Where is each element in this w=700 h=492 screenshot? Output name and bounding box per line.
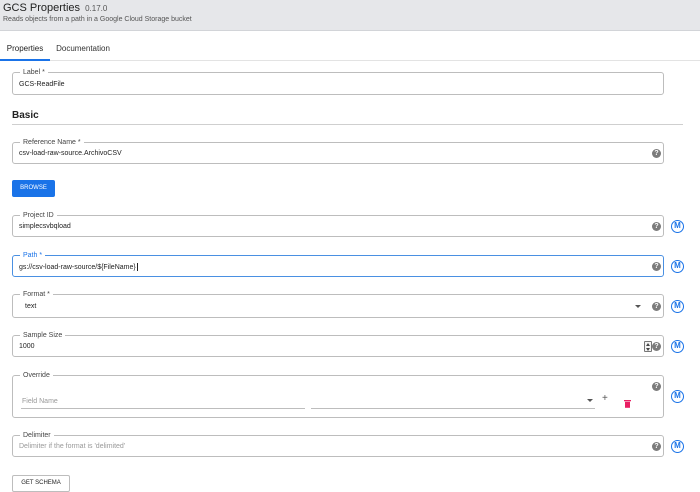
sample-size-value[interactable]: 1000 bbox=[19, 343, 35, 350]
help-icon[interactable]: ? bbox=[652, 222, 661, 231]
help-icon[interactable]: ? bbox=[652, 302, 661, 311]
add-icon[interactable]: + bbox=[602, 393, 608, 404]
page-title: GCS Properties 0.17.0 bbox=[3, 2, 107, 14]
delimiter-input[interactable]: Delimiter if the format is 'delimited' bbox=[19, 443, 125, 450]
project-id-value[interactable]: simplecsvbqload bbox=[19, 223, 71, 230]
macro-icon[interactable]: M bbox=[671, 220, 684, 233]
browse-button[interactable]: BROWSE bbox=[12, 180, 55, 197]
stepper-up-icon[interactable] bbox=[646, 343, 650, 346]
delimiter-field[interactable]: Delimiter Delimiter if the format is 'de… bbox=[12, 431, 664, 457]
sample-size-field[interactable]: Sample Size 1000 ? bbox=[12, 331, 664, 357]
label-field-label: Label * bbox=[20, 68, 48, 77]
properties-panel: Label * GCS-ReadFile Basic Reference Nam… bbox=[0, 62, 700, 492]
text-cursor bbox=[136, 263, 138, 271]
macro-icon[interactable]: M bbox=[671, 390, 684, 403]
path-field[interactable]: Path * gs://csv-load-raw-source/${FileNa… bbox=[12, 251, 664, 277]
macro-icon[interactable]: M bbox=[671, 340, 684, 353]
chevron-down-icon[interactable] bbox=[635, 305, 641, 308]
app-header: GCS Properties 0.17.0 Reads objects from… bbox=[0, 0, 700, 31]
format-label: Format * bbox=[20, 290, 53, 299]
sample-size-label: Sample Size bbox=[20, 331, 66, 340]
tab-bar: Properties Documentation bbox=[0, 38, 700, 61]
override-label: Override bbox=[20, 371, 53, 380]
path-value[interactable]: gs://csv-load-raw-source/${FileName} bbox=[19, 263, 138, 271]
label-field-value[interactable]: GCS-ReadFile bbox=[19, 81, 65, 88]
reference-name-label: Reference Name * bbox=[20, 138, 84, 147]
reference-name-field[interactable]: Reference Name * csv-load-raw-source.Arc… bbox=[12, 138, 664, 164]
section-basic-heading: Basic bbox=[12, 110, 683, 125]
page-description: Reads objects from a path in a Google Cl… bbox=[3, 16, 192, 23]
help-icon[interactable]: ? bbox=[652, 262, 661, 271]
help-icon[interactable]: ? bbox=[652, 342, 661, 351]
version-badge: 0.17.0 bbox=[85, 4, 108, 13]
get-schema-button[interactable]: GET SCHEMA bbox=[12, 475, 70, 492]
help-icon[interactable]: ? bbox=[652, 382, 661, 391]
reference-name-value[interactable]: csv-load-raw-source.ArchivoCSV bbox=[19, 150, 122, 157]
path-text: gs://csv-load-raw-source/${FileName} bbox=[19, 263, 136, 271]
format-value[interactable]: text bbox=[25, 303, 36, 310]
trash-icon[interactable] bbox=[624, 395, 631, 408]
help-icon[interactable]: ? bbox=[652, 149, 661, 158]
stepper-down-icon[interactable] bbox=[646, 348, 650, 351]
project-id-label: Project ID bbox=[20, 211, 57, 220]
tab-properties[interactable]: Properties bbox=[0, 38, 50, 61]
chevron-down-icon[interactable] bbox=[587, 399, 593, 402]
macro-icon[interactable]: M bbox=[671, 300, 684, 313]
title-text: GCS Properties bbox=[3, 2, 81, 14]
path-label: Path * bbox=[20, 251, 46, 260]
macro-icon[interactable]: M bbox=[671, 260, 684, 273]
number-stepper[interactable] bbox=[644, 341, 652, 352]
format-select[interactable]: Format * text ? bbox=[12, 290, 664, 318]
tab-documentation[interactable]: Documentation bbox=[52, 38, 114, 61]
project-id-field[interactable]: Project ID simplecsvbqload ? bbox=[12, 211, 664, 237]
field-name-input[interactable]: Field Name bbox=[22, 398, 58, 405]
macro-icon[interactable]: M bbox=[671, 440, 684, 453]
label-field[interactable]: Label * GCS-ReadFile bbox=[12, 68, 664, 95]
override-field[interactable]: Override Field Name + ? bbox=[12, 371, 664, 418]
type-select-underline bbox=[311, 408, 595, 409]
help-icon[interactable]: ? bbox=[652, 442, 661, 451]
field-name-underline bbox=[21, 408, 305, 409]
delimiter-label: Delimiter bbox=[20, 431, 54, 440]
